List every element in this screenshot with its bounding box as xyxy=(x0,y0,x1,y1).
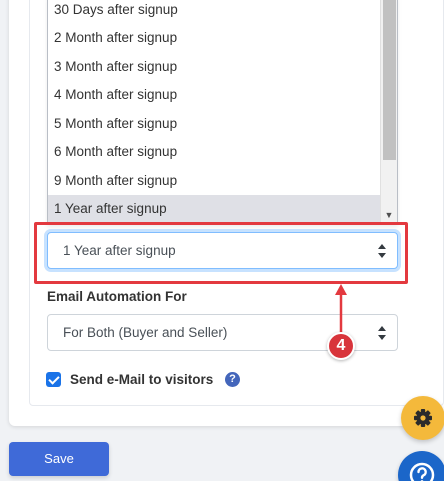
listbox-option[interactable]: 30 Days after signup xyxy=(48,0,381,24)
listbox-option[interactable]: 5 Month after signup xyxy=(48,110,381,138)
listbox-option[interactable]: 6 Month after signup xyxy=(48,138,381,166)
listbox-option[interactable]: 4 Month after signup xyxy=(48,81,381,109)
help-fab[interactable] xyxy=(398,451,444,481)
select-arrows-icon xyxy=(378,326,386,340)
email-automation-select-value: For Both (Buyer and Seller) xyxy=(63,325,228,340)
listbox-option[interactable]: 2 Month after signup xyxy=(48,24,381,52)
send-email-checkbox[interactable] xyxy=(46,372,61,387)
save-button[interactable]: Save xyxy=(9,442,109,476)
help-icon[interactable]: ? xyxy=(225,372,240,387)
listbox-option-selected[interactable]: 1 Year after signup xyxy=(48,195,381,223)
scroll-down-arrow-icon[interactable]: ▼ xyxy=(381,208,397,222)
listbox-option[interactable]: 3 Month after signup xyxy=(48,53,381,81)
gear-icon xyxy=(414,409,432,427)
step-number-badge: 4 xyxy=(327,332,355,360)
email-automation-label: Email Automation For xyxy=(47,289,187,304)
scrollbar-thumb[interactable] xyxy=(383,0,396,160)
settings-fab[interactable] xyxy=(401,396,444,440)
question-icon xyxy=(409,462,435,481)
signup-delay-listbox[interactable]: 30 Days after signup 2 Month after signu… xyxy=(47,0,398,225)
listbox-option[interactable]: 9 Month after signup xyxy=(48,167,381,195)
annotation-highlight-box xyxy=(34,222,408,284)
send-email-label[interactable]: Send e-Mail to visitors xyxy=(70,372,213,387)
listbox-scrollbar[interactable]: ▼ xyxy=(380,0,397,224)
